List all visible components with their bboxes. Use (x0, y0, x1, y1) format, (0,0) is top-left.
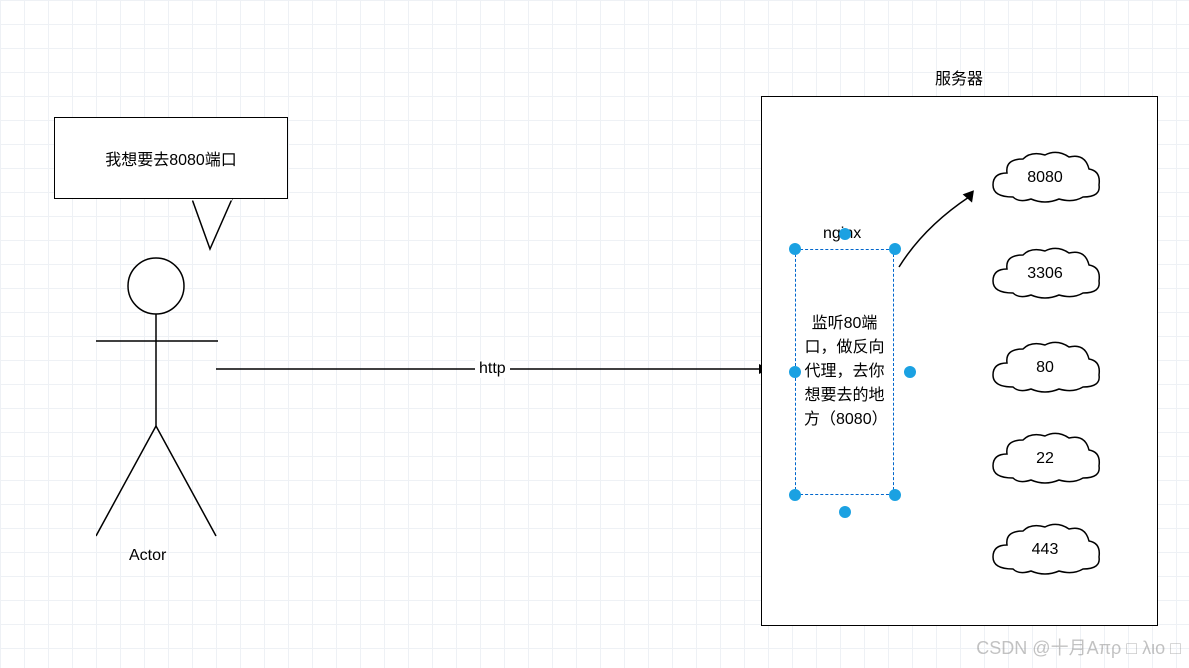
selection-handle[interactable] (839, 506, 851, 518)
cloud-label-8080: 8080 (1005, 169, 1085, 187)
cloud-label-22: 22 (1005, 450, 1085, 468)
speech-bubble: 我想要去8080端口 (54, 117, 288, 199)
selection-handle[interactable] (839, 228, 851, 240)
selection-handle[interactable] (889, 489, 901, 501)
speech-text: 我想要去8080端口 (105, 146, 237, 170)
cloud-label-80: 80 (1005, 359, 1085, 377)
cloud-label-3306: 3306 (1005, 265, 1085, 283)
actor-label: Actor (129, 547, 166, 565)
selection-handle[interactable] (789, 243, 801, 255)
watermark: CSDN @十月Aπρ □ λιο □ (976, 634, 1181, 660)
speech-tail (192, 199, 252, 259)
actor-figure (96, 256, 236, 546)
arrow-label: http (475, 360, 510, 378)
selection-handle[interactable] (904, 366, 916, 378)
selection-handle[interactable] (789, 366, 801, 378)
server-label: 服务器 (935, 65, 983, 89)
selection-handle[interactable] (789, 489, 801, 501)
proxy-arrow (894, 187, 984, 272)
nginx-text: 监听80端口，做反向代理，去你想要去的地方（8080） (804, 312, 885, 432)
nginx-box[interactable]: 监听80端口，做反向代理，去你想要去的地方（8080） (795, 249, 894, 495)
cloud-label-443: 443 (1005, 541, 1085, 559)
